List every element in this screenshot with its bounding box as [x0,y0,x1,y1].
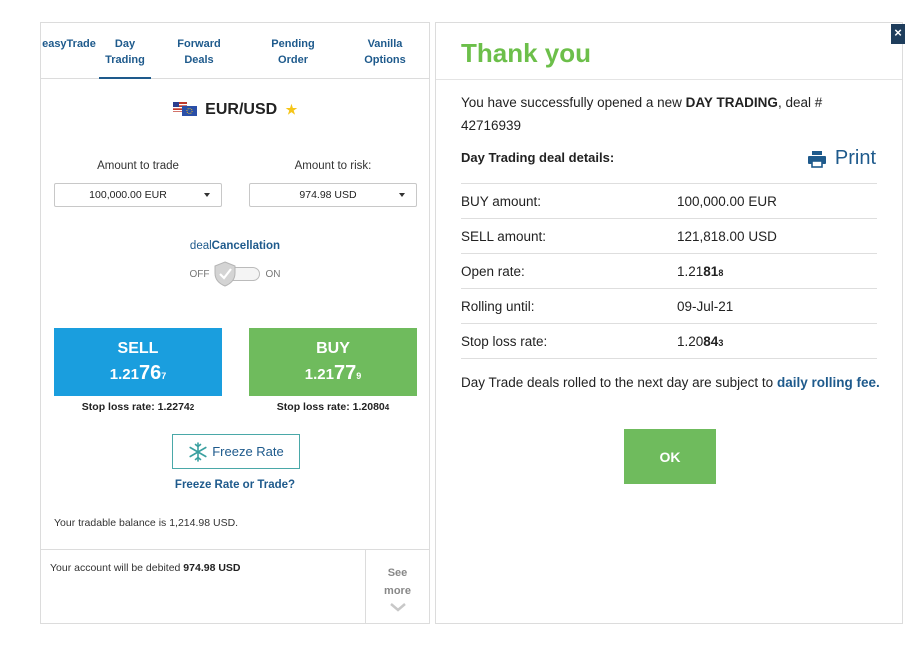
dialog-title: Thank you [461,38,592,68]
ok-button[interactable]: OK [624,429,716,484]
row-label: Open rate: [461,253,677,289]
snowflake-icon [189,441,207,462]
row-label: BUY amount: [461,183,677,219]
daily-rolling-fee-link[interactable]: daily rolling fee [777,375,876,390]
row-value: 100,000.00 EUR [677,183,877,219]
us-eu-flag-icon [172,102,197,121]
row-label: SELL amount: [461,218,677,254]
deal-details-table: BUY amount: 100,000.00 EUR SELL amount: … [461,183,877,359]
table-row: Rolling until: 09-Jul-21 [461,288,877,324]
deal-cancellation-toggle[interactable] [214,261,260,287]
chevron-down-icon [399,193,405,197]
row-value: 1.21818 [677,253,877,289]
see-more-button[interactable]: See more [365,550,429,623]
freeze-rate-or-trade-link[interactable]: Freeze Rate or Trade? [41,479,429,491]
confirmation-message: You have successfully opened a new DAY T… [461,95,823,133]
pair-label: EUR/USD [205,101,278,118]
tab-forward-deals[interactable]: Forward Deals [153,23,245,78]
table-row: SELL amount: 121,818.00 USD [461,218,877,254]
row-value: 09-Jul-21 [677,288,877,324]
buy-stop-loss: Stop loss rate: 1.20804 [276,401,390,413]
buy-button[interactable]: BUY 1.21779 [249,328,417,396]
deal-cancellation-row: OFF ON [41,261,429,287]
rolling-fee-note: Day Trade deals rolled to the next day a… [461,375,880,390]
details-heading: Day Trading deal details: [461,150,615,165]
sell-stop-loss: Stop loss rate: 1.22742 [81,401,195,413]
chevron-down-icon [204,193,210,197]
row-label: Rolling until: [461,288,677,324]
toggle-on-label: ON [265,268,281,280]
row-value: 121,818.00 USD [677,218,877,254]
close-icon[interactable]: × [891,24,905,44]
tab-day-trading[interactable]: Day Trading [97,23,153,79]
tradable-balance: Your tradable balance is 1,214.98 USD. [54,517,239,529]
freeze-rate-button[interactable]: Freeze Rate [172,434,300,469]
star-icon[interactable]: ★ [286,102,298,117]
sell-label: SELL [117,340,159,357]
tab-pending-order[interactable]: Pending Order [245,23,341,78]
buy-label: BUY [316,340,350,357]
freeze-rate-label: Freeze Rate [212,444,284,459]
amount-to-risk-value: 974.98 USD [299,189,357,201]
sell-button[interactable]: SELL 1.21767 [54,328,222,396]
shield-icon [214,261,235,287]
sell-rate: 1.21767 [109,362,167,384]
table-row: Stop loss rate: 1.20843 [461,323,877,359]
printer-icon [807,150,826,168]
table-row: BUY amount: 100,000.00 EUR [461,183,877,219]
print-label: Print [834,147,876,169]
tab-easytrade[interactable]: easyTrade [41,23,97,78]
table-row: Open rate: 1.21818 [461,253,877,289]
buy-rate: 1.21779 [304,362,362,384]
amount-to-trade-value: 100,000.00 EUR [89,189,167,201]
chevron-down-icon [389,603,406,612]
debit-summary: Your account will be debited 974.98 USD … [41,549,429,623]
debit-text: Your account will be debited 974.98 USD [50,562,241,574]
row-label: Stop loss rate: [461,323,677,359]
amount-to-trade-label: Amount to trade [97,160,179,172]
toggle-off-label: OFF [189,268,210,280]
trade-type-tabs: easyTrade Day Trading Forward Deals Pend… [41,23,429,79]
deal-cancellation-label: dealCancellation [189,240,281,252]
divider [436,79,902,80]
print-button[interactable]: Print [807,147,876,170]
amount-to-trade-select[interactable]: 100,000.00 EUR [54,183,222,207]
tab-vanilla-options[interactable]: Vanilla Options [341,23,429,78]
trading-panel: easyTrade Day Trading Forward Deals Pend… [40,22,430,624]
row-value: 1.20843 [677,323,877,359]
currency-pair[interactable]: EUR/USD ★ [41,101,429,121]
confirmation-dialog: Thank you You have successfully opened a… [435,22,903,624]
amount-to-risk-select[interactable]: 974.98 USD [249,183,417,207]
amount-to-risk-label: Amount to risk: [294,160,372,172]
